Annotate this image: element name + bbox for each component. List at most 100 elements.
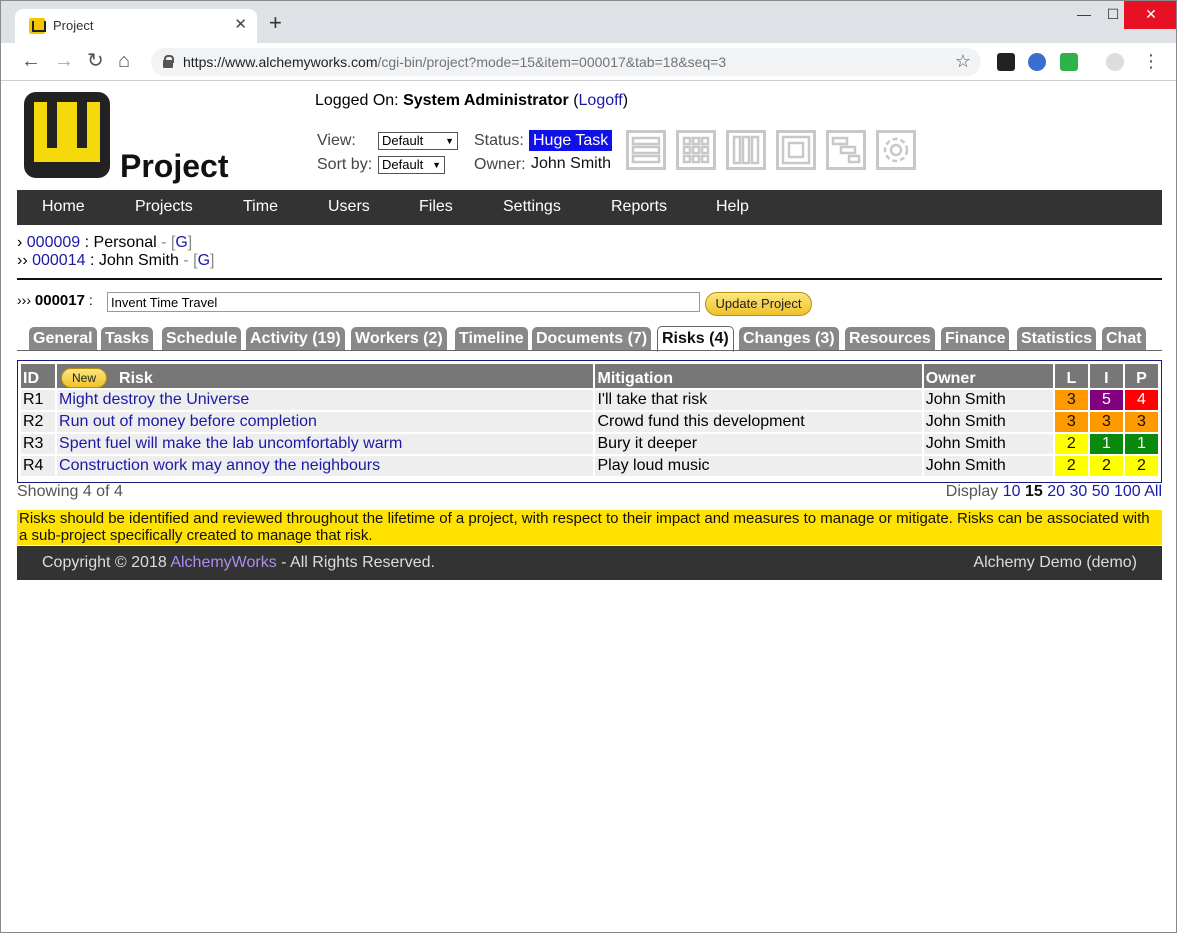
dropdown-arrow-icon: ▼: [432, 160, 441, 170]
new-risk-button[interactable]: New: [61, 368, 108, 388]
update-project-button[interactable]: Update Project: [705, 292, 812, 316]
close-tab-icon[interactable]: ✕: [234, 15, 247, 33]
col-risk[interactable]: New Risk: [57, 364, 594, 388]
logo[interactable]: [24, 92, 110, 178]
home-icon[interactable]: ⌂: [118, 50, 130, 72]
tab-timeline[interactable]: Timeline: [455, 327, 528, 351]
back-icon[interactable]: ←: [21, 50, 41, 72]
menu-time[interactable]: Time: [243, 198, 278, 216]
table-row: R3 Spent fuel will make the lab uncomfor…: [21, 434, 1158, 454]
risk-id: R1: [21, 390, 56, 410]
display-option-selected: 15: [1024, 483, 1043, 500]
risk-link[interactable]: Spent fuel will make the lab uncomfortab…: [59, 435, 402, 452]
main-menu: Home Projects Time Users Files Settings …: [17, 190, 1162, 225]
tab-statistics[interactable]: Statistics: [1017, 327, 1097, 351]
display-option[interactable]: 50: [1092, 483, 1110, 500]
likelihood-score: 3: [1054, 390, 1088, 410]
col-mitigation[interactable]: Mitigation: [595, 364, 922, 388]
profile-icon[interactable]: [1106, 53, 1124, 71]
tab-resources[interactable]: Resources: [845, 327, 935, 351]
menu-home[interactable]: Home: [42, 198, 85, 216]
col-id[interactable]: ID: [21, 364, 56, 388]
tab-tasks[interactable]: Tasks: [101, 327, 154, 351]
display-options: Display 10 15 20 30 50 100 All: [945, 483, 1162, 500]
col-likelihood[interactable]: L: [1054, 364, 1088, 388]
risk-id: R2: [21, 412, 56, 432]
instance-name: Alchemy Demo (demo): [973, 554, 1137, 571]
risk-link[interactable]: Might destroy the Universe: [59, 391, 249, 408]
status-badge[interactable]: Huge Task: [529, 130, 613, 151]
risk-owner: John Smith: [923, 390, 1053, 410]
sort-label: Sort by:: [317, 156, 373, 173]
display-option[interactable]: 20: [1047, 483, 1065, 500]
tab-activity[interactable]: Activity (19): [246, 327, 345, 351]
menu-settings[interactable]: Settings: [503, 198, 561, 216]
gantt-view-icon[interactable]: [826, 130, 866, 170]
list-view-icon[interactable]: [626, 130, 666, 170]
columns-view-icon[interactable]: [726, 130, 766, 170]
risk-link[interactable]: Run out of money before completion: [59, 413, 317, 430]
likelihood-score: 2: [1054, 434, 1088, 454]
globe-extension-icon[interactable]: [1028, 53, 1046, 71]
breadcrumb-g-link[interactable]: G: [175, 234, 187, 251]
breadcrumb-id-link[interactable]: 000009: [27, 234, 80, 251]
nested-view-icon[interactable]: [776, 130, 816, 170]
grid-view-icon[interactable]: [676, 130, 716, 170]
display-option[interactable]: 10: [1003, 483, 1021, 500]
display-option[interactable]: 30: [1069, 483, 1087, 500]
owner-value: John Smith: [531, 155, 612, 172]
settings-gear-icon[interactable]: [876, 130, 916, 170]
forward-icon[interactable]: →: [54, 50, 74, 72]
sort-select[interactable]: Default ▼: [378, 156, 445, 174]
browser-menu-icon[interactable]: ⋮: [1142, 50, 1160, 72]
tab-documents[interactable]: Documents (7): [532, 327, 652, 351]
menu-users[interactable]: Users: [328, 198, 370, 216]
risks-table: ID New Risk Mitigation Owner L I P R1 Mig…: [19, 362, 1160, 478]
showing-count: Showing 4 of 4: [17, 483, 123, 500]
tab-chat[interactable]: Chat: [1102, 327, 1146, 351]
breadcrumb-id-link[interactable]: 000014: [32, 252, 85, 269]
logoff-link[interactable]: Logoff: [579, 92, 623, 109]
menu-reports[interactable]: Reports: [611, 198, 667, 216]
app-title: Project: [120, 148, 229, 184]
risk-id: R4: [21, 456, 56, 476]
priority-score: 1: [1124, 434, 1158, 454]
risk-link[interactable]: Construction work may annoy the neighbou…: [59, 457, 380, 474]
likelihood-score: 3: [1054, 412, 1088, 432]
tab-finance[interactable]: Finance: [941, 327, 1010, 351]
tabs-underline: [17, 350, 1162, 351]
display-option[interactable]: All: [1144, 483, 1162, 500]
likelihood-score: 2: [1054, 456, 1088, 476]
menu-files[interactable]: Files: [419, 198, 453, 216]
tab-risks[interactable]: Risks (4): [657, 326, 734, 352]
breadcrumb-g-link[interactable]: G: [198, 252, 210, 269]
tab-workers[interactable]: Workers (2): [351, 327, 447, 351]
view-select[interactable]: Default ▼: [378, 132, 458, 150]
table-row: R1 Might destroy the Universe I'll take …: [21, 390, 1158, 410]
risk-mitigation: Play loud music: [595, 456, 922, 476]
tab-changes[interactable]: Changes (3): [739, 327, 839, 351]
col-impact[interactable]: I: [1089, 364, 1123, 388]
bookmark-star-icon[interactable]: ☆: [955, 51, 971, 72]
extension-icon[interactable]: [997, 53, 1015, 71]
priority-score: 3: [1124, 412, 1158, 432]
address-bar[interactable]: https://www.alchemyworks.com/cgi-bin/pro…: [151, 48, 981, 76]
col-owner[interactable]: Owner: [923, 364, 1053, 388]
tab-general[interactable]: General: [29, 327, 97, 351]
impact-score: 2: [1089, 456, 1123, 476]
col-priority[interactable]: P: [1124, 364, 1158, 388]
company-link[interactable]: AlchemyWorks: [170, 554, 276, 571]
browser-tab[interactable]: Project ✕: [15, 9, 257, 43]
menu-projects[interactable]: Projects: [135, 198, 193, 216]
project-name-input[interactable]: [107, 292, 700, 312]
display-option[interactable]: 100: [1114, 483, 1141, 500]
priority-score: 2: [1124, 456, 1158, 476]
menu-help[interactable]: Help: [716, 198, 749, 216]
new-tab-icon[interactable]: +: [269, 12, 282, 34]
close-window-icon[interactable]: ✕: [1124, 1, 1176, 29]
shield-extension-icon[interactable]: [1060, 53, 1078, 71]
tab-schedule[interactable]: Schedule: [162, 327, 242, 351]
copyright: Copyright © 2018 AlchemyWorks - All Righ…: [42, 554, 435, 571]
priority-score: 4: [1124, 390, 1158, 410]
reload-icon[interactable]: ↻: [87, 50, 104, 72]
